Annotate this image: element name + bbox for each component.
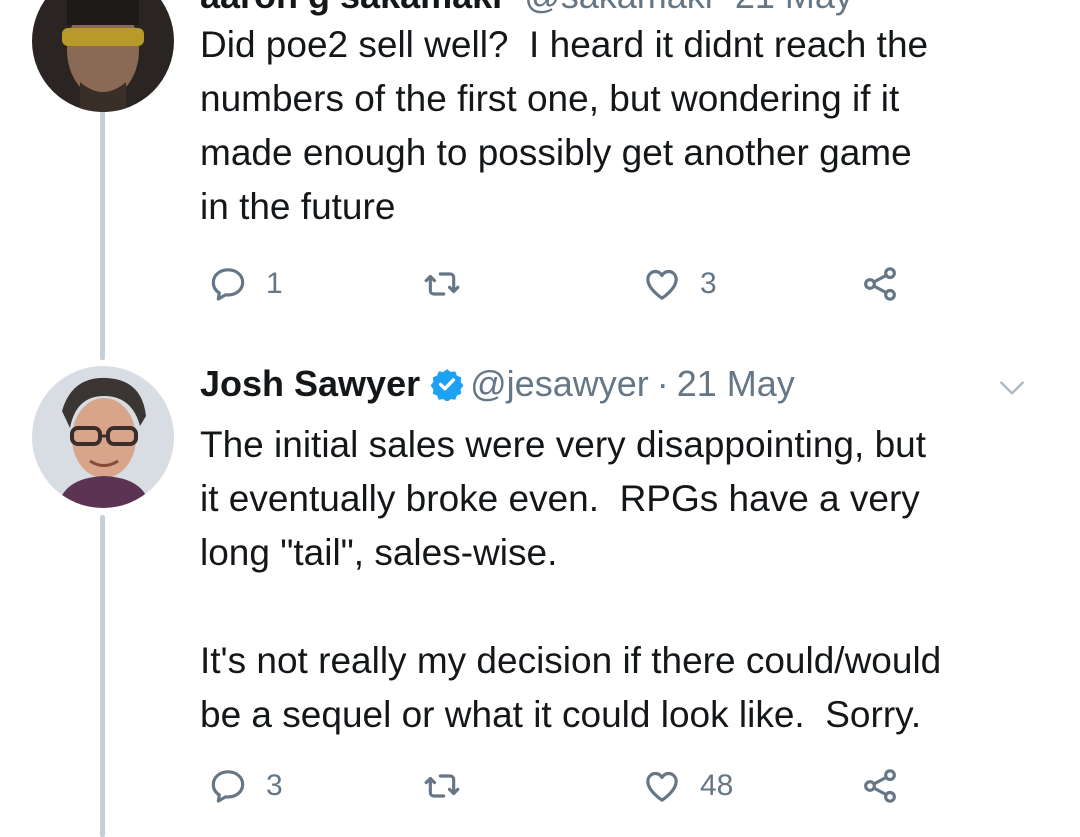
reply-icon	[211, 770, 245, 803]
reply-icon	[211, 268, 245, 301]
avatar[interactable]	[32, 0, 174, 112]
retweet-icon	[424, 272, 460, 296]
reply-count: 3	[266, 769, 283, 802]
tweet-text: Did poe2 sell well? I heard it didnt rea…	[200, 24, 929, 227]
retweet-button[interactable]	[422, 262, 480, 306]
like-button[interactable]: 48	[642, 764, 733, 808]
timestamp[interactable]: 21 May	[735, 0, 853, 16]
like-count: 48	[700, 769, 734, 802]
tweet-actions: 1 3	[200, 262, 920, 306]
thread-line-top	[100, 110, 105, 360]
like-count: 3	[700, 267, 717, 300]
reply-button[interactable]: 1	[208, 262, 283, 306]
thread-line-bottom	[100, 515, 105, 837]
handle[interactable]: @sakamaki	[524, 0, 713, 16]
retweet-button[interactable]	[422, 764, 480, 808]
like-button[interactable]: 3	[642, 262, 717, 306]
share-button[interactable]	[860, 262, 900, 306]
chevron-down-icon[interactable]	[996, 372, 1028, 404]
reply-count: 1	[266, 267, 283, 300]
tweet-header: Josh Sawyer @jesawyer · 21 May	[200, 362, 1060, 406]
share-icon	[864, 769, 896, 803]
display-name[interactable]: Josh Sawyer	[200, 362, 420, 406]
share-button[interactable]	[860, 764, 900, 808]
avatar[interactable]	[32, 366, 174, 508]
tweet-actions: 3 48	[200, 764, 920, 808]
like-icon	[646, 269, 678, 300]
tweet-header: aaron g sakamaki @sakamaki 21 May	[200, 0, 853, 18]
avatar-image	[32, 366, 174, 508]
handle[interactable]: @jesawyer	[470, 362, 649, 406]
share-icon	[864, 267, 896, 301]
tweet-text: The initial sales were very disappointin…	[200, 424, 942, 735]
like-icon	[646, 771, 678, 802]
retweet-icon	[424, 774, 460, 798]
timestamp[interactable]: 21 May	[677, 362, 795, 406]
verified-badge-icon	[430, 369, 464, 401]
display-name[interactable]: aaron g sakamaki	[200, 0, 502, 16]
separator-dot: ·	[656, 363, 669, 404]
avatar-image	[32, 0, 174, 112]
reply-button[interactable]: 3	[208, 764, 283, 808]
